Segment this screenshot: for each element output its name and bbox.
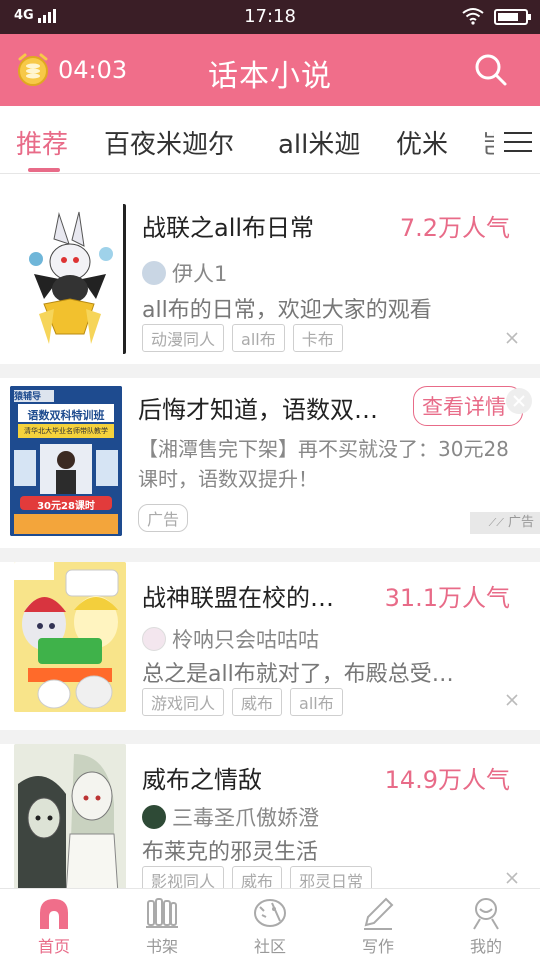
page-title: 话本小说 (208, 59, 332, 94)
story-description: 布莱克的邪灵生活 (142, 840, 319, 865)
nav-label: 社区 (253, 937, 286, 956)
status-time: 17:18 (244, 6, 296, 27)
book-cover (14, 744, 126, 888)
author-row: 三毒圣爪傲娇澄 (142, 802, 319, 832)
ad-cover-subline: 清华北大毕业名师带队教学 (24, 427, 108, 435)
ad-cover-brand: 猿辅导 (14, 392, 42, 402)
ad-close-button[interactable] (506, 388, 532, 414)
ad-cover-headline: 语数双科特训班 (27, 409, 105, 422)
list-item[interactable]: 战神联盟在校的… 31.1万人气 柃呐只会咕咕咕 总之是all布就对了，布殿总受… (0, 562, 540, 730)
ad-corner-label: ⟋⟋ 广告 (470, 512, 540, 534)
tag[interactable]: 威布 (232, 866, 283, 888)
bookshelf-icon (146, 898, 178, 928)
tag[interactable]: 动漫同人 (142, 324, 225, 352)
divider (0, 548, 540, 562)
tag-list: 动漫同人 all布 卡布 (142, 324, 343, 352)
list-item[interactable]: 战联之all布日常 7.2万人气 伊人1 all布的日常，欢迎大家的观看 动漫同… (0, 174, 540, 364)
author-row: 伊人1 (142, 258, 227, 288)
nav-home[interactable]: 首页 (0, 889, 108, 960)
tab-partial[interactable]: 岂 (482, 124, 494, 156)
tag[interactable]: all布 (232, 324, 285, 352)
book-cover (14, 562, 126, 712)
popularity-count: 14.9万人气 (384, 766, 510, 794)
nav-label: 书架 (145, 937, 178, 956)
tab-recommended[interactable]: 推荐 (16, 124, 68, 161)
ad-cover-image: 猿辅导 语数双科特训班 清华北大毕业名师带队教学 30元28课时 (10, 386, 122, 536)
ad-badge: 广告 (138, 504, 189, 532)
story-title[interactable]: 威布之情敌 (142, 760, 262, 795)
tag-list: 游戏同人 威布 all布 (142, 688, 343, 716)
popularity-count: 7.2万人气 (399, 214, 510, 242)
avatar (142, 261, 166, 285)
tab-youmi[interactable]: 优米 (396, 124, 448, 161)
nav-profile[interactable]: 我的 (432, 889, 540, 960)
menu-icon[interactable] (504, 132, 532, 154)
story-description: all布的日常，欢迎大家的观看 (142, 298, 432, 323)
author-name: 柃呐只会咕咕咕 (172, 628, 319, 652)
divider (0, 730, 540, 744)
divider (0, 364, 540, 378)
tag[interactable]: 卡布 (292, 324, 343, 352)
list-item[interactable]: 威布之情敌 14.9万人气 三毒圣爪傲娇澄 布莱克的邪灵生活 影视同人 威布 邪… (0, 744, 540, 888)
ad-title[interactable]: 后悔才知道，语数双… (138, 390, 378, 425)
category-tabs: 推荐 百夜米迦尔 all米迦 优米 岂 (0, 106, 540, 174)
avatar (142, 805, 166, 829)
active-tab-indicator (28, 168, 60, 172)
tag-list: 影视同人 威布 邪灵日常 (142, 866, 373, 888)
close-icon[interactable] (504, 692, 520, 708)
tag[interactable]: 影视同人 (142, 866, 225, 888)
home-icon (40, 899, 68, 929)
book-cover (14, 204, 126, 354)
nav-label: 写作 (361, 937, 394, 956)
ad-corner-text: 广告 (507, 515, 534, 530)
story-title[interactable]: 战联之all布日常 (142, 208, 314, 243)
popularity-count: 31.1万人气 (384, 584, 510, 612)
nav-write[interactable]: 写作 (324, 889, 432, 960)
tag[interactable]: all布 (290, 688, 343, 716)
status-bar: 4G 17:18 (0, 0, 540, 34)
close-icon[interactable] (504, 330, 520, 346)
story-title[interactable]: 战神联盟在校的… (142, 578, 334, 613)
tag[interactable]: 邪灵日常 (290, 866, 373, 888)
nav-label: 首页 (37, 937, 70, 956)
close-icon (513, 395, 525, 407)
avatar (142, 627, 166, 651)
tab-all-mijia[interactable]: all米迦 (278, 124, 360, 161)
wifi-icon (462, 8, 484, 25)
community-icon (254, 899, 286, 927)
tab-baiye-mijiaer[interactable]: 百夜米迦尔 (104, 124, 234, 161)
nav-bookshelf[interactable]: 书架 (108, 889, 216, 960)
story-description: 总之是all布就对了，布殿总受… (142, 662, 454, 687)
nav-label: 我的 (469, 937, 502, 956)
ad-description: 【湘潭售完下架】再不买就没了：30元28课时，语数双提升！ (138, 437, 509, 491)
close-icon[interactable] (504, 870, 520, 886)
ad-card[interactable]: 猿辅导 语数双科特训班 清华北大毕业名师带队教学 30元28课时 后悔才知道，语… (0, 378, 540, 548)
battery-icon (494, 9, 531, 25)
app-header: 04:03 话本小说 (0, 34, 540, 106)
pen-icon (364, 897, 394, 930)
bottom-nav: 首页 书架 社区 写作 我的 (0, 888, 540, 960)
tag[interactable]: 威布 (232, 688, 283, 716)
story-feed[interactable]: 战联之all布日常 7.2万人气 伊人1 all布的日常，欢迎大家的观看 动漫同… (0, 174, 540, 888)
profile-icon (473, 898, 499, 930)
tag[interactable]: 游戏同人 (142, 688, 225, 716)
nav-community[interactable]: 社区 (216, 889, 324, 960)
author-row: 柃呐只会咕咕咕 (142, 624, 319, 654)
author-name: 伊人1 (172, 262, 228, 286)
author-name: 三毒圣爪傲娇澄 (172, 806, 319, 830)
ad-cover-price: 30元28课时 (37, 501, 95, 512)
ad-logo-icon: ⟋⟋ (488, 516, 504, 529)
search-icon[interactable] (472, 51, 510, 89)
